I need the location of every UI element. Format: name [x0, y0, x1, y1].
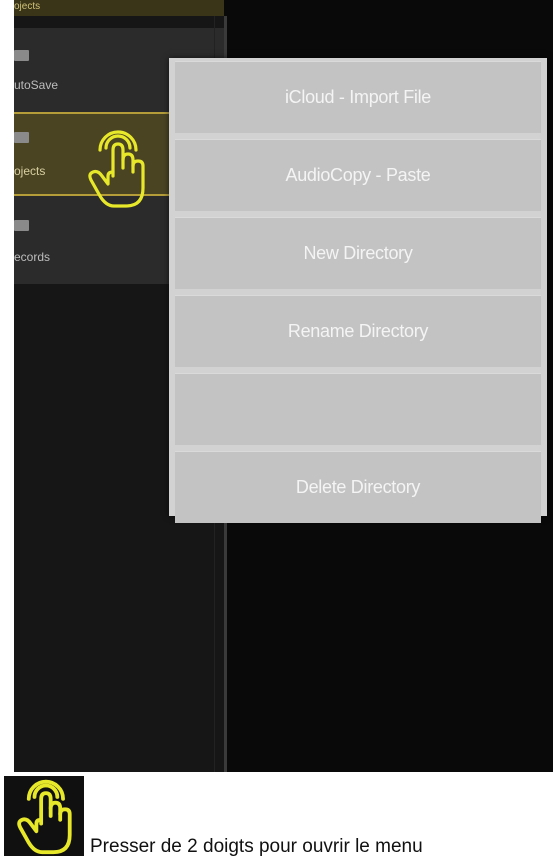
app-screen: ojects utoSave ojects ecords iCloud - Im…	[14, 0, 553, 772]
menu-item-empty[interactable]	[175, 373, 541, 445]
menu-item-rename-directory[interactable]: Rename Directory	[175, 295, 541, 367]
folder-label: ojects	[14, 164, 46, 178]
folder-icon	[14, 220, 29, 231]
sidebar-header-label: ojects	[14, 1, 41, 12]
folder-label: ecords	[14, 250, 51, 264]
gesture-icon-box	[4, 776, 84, 856]
menu-item-audiocopy-paste[interactable]: AudioCopy - Paste	[175, 139, 541, 211]
sidebar-header: ojects	[14, 0, 224, 16]
instruction-caption: Presser de 2 doigts pour ouvrir le menu	[90, 836, 423, 857]
two-finger-press-icon	[17, 779, 72, 855]
folder-icon	[14, 50, 29, 61]
menu-item-icloud-import[interactable]: iCloud - Import File	[175, 61, 541, 133]
menu-item-delete-directory[interactable]: Delete Directory	[175, 451, 541, 523]
two-finger-press-icon	[88, 130, 145, 208]
menu-item-new-directory[interactable]: New Directory	[175, 217, 541, 289]
context-menu: iCloud - Import File AudioCopy - Paste N…	[169, 58, 547, 523]
folder-icon	[14, 132, 29, 143]
folder-label: utoSave	[14, 78, 59, 92]
